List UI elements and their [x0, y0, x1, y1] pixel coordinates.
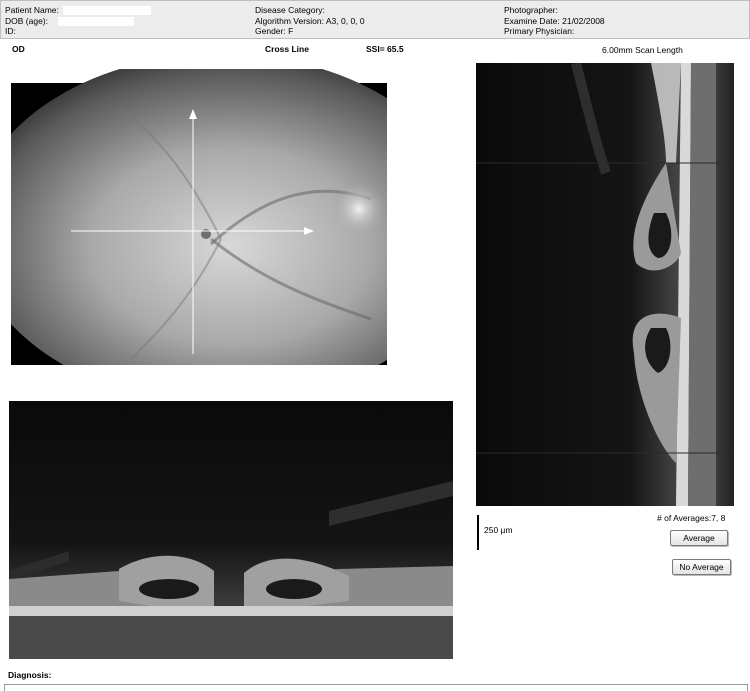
- eye-label: OD: [12, 44, 25, 54]
- patient-info-column: Patient Name: DOB (age): ID:: [5, 5, 152, 37]
- scan-length-label: 6.00mm Scan Length: [602, 45, 683, 55]
- algorithm-version-label: Algorithm Version: A3, 0, 0, 0: [255, 15, 365, 26]
- disease-category-label: Disease Category:: [255, 5, 325, 15]
- gender-label: Gender: F: [255, 26, 294, 36]
- ssi-label: SSI= 65.5: [366, 44, 404, 54]
- scan-pattern-label: Cross Line: [265, 44, 309, 54]
- scale-bar-label: 250 µm: [484, 525, 513, 535]
- fundus-image-graphic: [11, 69, 387, 365]
- patient-name-value: [63, 6, 152, 16]
- horizontal-oct-scan-graphic: [9, 401, 453, 659]
- horizontal-oct-scan[interactable]: [9, 401, 453, 659]
- vertical-oct-scan[interactable]: [476, 63, 734, 506]
- primary-physician-label: Primary Physician:: [504, 26, 575, 36]
- diagnosis-label: Diagnosis:: [8, 670, 52, 680]
- patient-name-label: Patient Name:: [5, 5, 59, 15]
- dob-value: [58, 16, 135, 26]
- patient-info-header: Patient Name: DOB (age): ID: Disease Cat…: [0, 0, 750, 39]
- exam-info-column: Disease Category: Algorithm Version: A3,…: [255, 5, 365, 37]
- averages-label: # of Averages:7, 8: [657, 513, 726, 523]
- fundus-image[interactable]: [11, 69, 387, 365]
- photographer-label: Photographer:: [504, 5, 558, 15]
- average-button[interactable]: Average: [670, 530, 728, 546]
- dob-label: DOB (age):: [5, 15, 48, 26]
- no-average-button[interactable]: No Average: [672, 559, 731, 575]
- staff-info-column: Photographer: Examine Date: 21/02/2008 P…: [504, 5, 605, 37]
- id-label: ID:: [5, 26, 16, 36]
- examine-date-label: Examine Date: 21/02/2008: [504, 15, 605, 26]
- scale-bar: [477, 515, 479, 550]
- vertical-oct-scan-graphic: [476, 63, 734, 506]
